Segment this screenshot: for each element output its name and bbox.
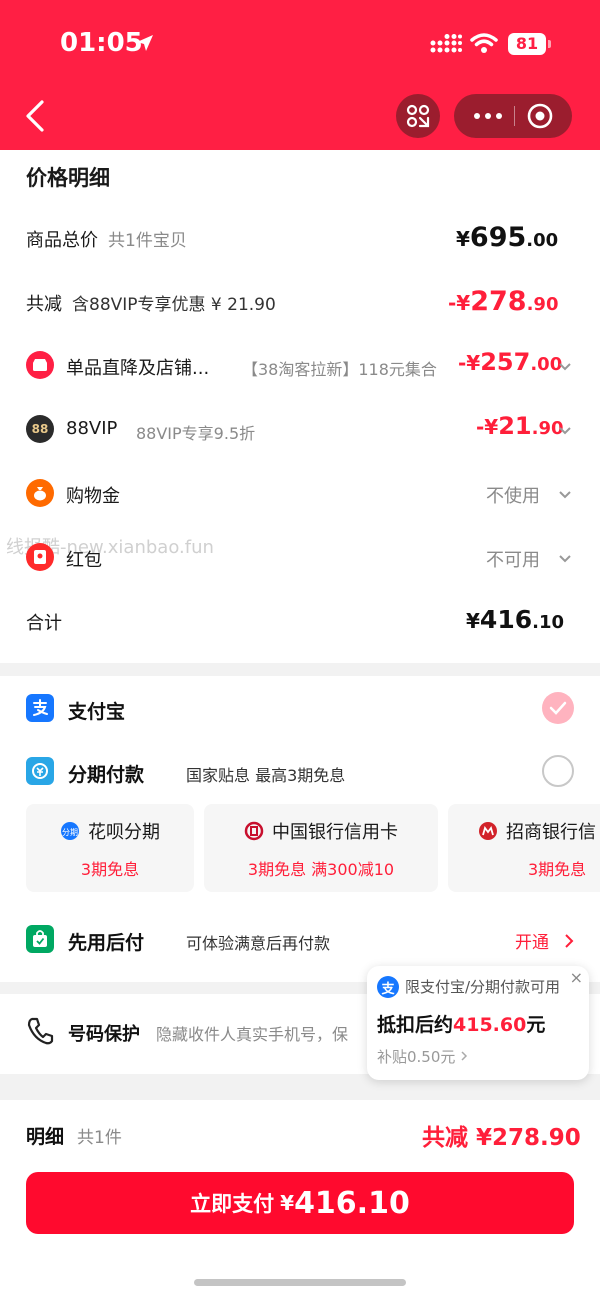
installment-note: 国家贴息 最高3期免息 [186,766,346,785]
bnpl-open-link[interactable]: 开通 [515,928,549,953]
shop-discount-row[interactable]: 单品直降及店铺... 【38淘客拉新】118元集合 -¥257.00 [0,345,600,385]
installment-label: 分期付款 [68,764,145,786]
installment-radio[interactable] [542,755,574,787]
total-price-row: 商品总价 共1件宝贝 ¥695.00 [0,222,600,262]
huabei-sub: 3期免息 [80,860,140,879]
discount-label: 共减 [26,294,62,315]
popup-condition-text: 限支付宝/分期付款可用 [405,978,561,996]
huabei-icon: 分期 [60,821,80,846]
red-packet-row[interactable]: 红包 不可用 [0,537,600,577]
popup-subsidy-text[interactable]: 补贴0.50元 [377,1046,468,1067]
shop-discount-label: 单品直降及店铺... [66,358,210,379]
section-divider [0,663,600,676]
total-items-count: 共1件宝贝 [108,231,187,251]
target-circle-icon [527,103,553,129]
huabei-card[interactable]: 分期 花呗分期 3期免息 [26,804,194,892]
cmb-sub: 3期免息 [528,860,587,879]
wifi-icon [470,32,498,58]
sum-label: 合计 [26,613,62,634]
alipay-selected-check[interactable] [542,692,574,724]
red-packet-icon [26,543,54,571]
chevron-down-icon [559,491,571,499]
chevron-down-icon [559,555,571,563]
total-price-amount: ¥695.00 [456,222,559,253]
close-icon[interactable]: × [570,968,583,987]
cellular-signal-icon [430,34,462,58]
scan-icon [406,104,430,128]
bnpl-bag-icon [26,925,54,953]
boc-sub: 3期免息 满300减10 [247,860,395,879]
svg-text:分期: 分期 [62,828,78,837]
popup-deduction-text: 抵扣后约415.60元 [377,1014,546,1036]
alipay-icon [26,694,54,722]
location-arrow-icon [135,33,155,57]
chevron-right-icon [461,1051,468,1061]
more-dots-icon [474,113,502,119]
header-bar: 01:05 81 [0,0,600,150]
number-protection-note: 隐藏收件人真实手机号，保 [156,1025,349,1044]
discount-amount: -¥278.90 [448,286,559,317]
checkmark-icon [549,701,567,715]
detail-label[interactable]: 明细 [26,1122,64,1149]
alipay-icon: 支 [377,976,399,998]
shop-discount-amount: -¥257.00 [458,348,563,376]
total-saving: 共减 ¥278.90 [422,1125,581,1151]
bnpl-note: 可体验满意后再付款 [186,934,331,953]
vip-discount-row[interactable]: 88 88VIP 88VIP专享9.5折 -¥21.90 [0,409,600,449]
chevron-right-icon [565,934,574,948]
shopping-gold-value: 不使用 [486,486,540,507]
red-packet-value: 不可用 [486,550,540,571]
miniapp-capsule [454,94,572,138]
status-time: 01:05 [60,28,143,58]
chevron-down-icon [559,427,571,435]
capsule-divider [514,106,515,126]
alipay-discount-popup: × 支 限支付宝/分期付款可用 抵扣后约415.60元 补贴0.50元 [367,966,589,1080]
cmb-title: 招商银行信 [506,822,596,843]
shop-discount-note: 【38淘客拉新】118元集合 [242,360,437,379]
shopping-gold-label: 购物金 [66,486,120,507]
vip-discount-label: 88VIP [66,418,118,439]
red-packet-label: 红包 [66,550,102,571]
money-bag-icon [26,479,54,507]
huabei-title: 花呗分期 [88,822,160,843]
vip88-icon: 88 [26,415,54,443]
sum-row: 合计 ¥416.10 [0,603,600,643]
installment-icon [26,757,54,785]
discount-vip-note: 含88VIP专享优惠 ¥ 21.90 [72,295,276,315]
battery-indicator: 81 [508,33,551,55]
vip-discount-amount: -¥21.90 [476,412,564,440]
discount-row: 共减 含88VIP专享优惠 ¥ 21.90 -¥278.90 [0,286,600,326]
more-options-button[interactable] [468,94,508,138]
cmb-card[interactable]: 招商银行信 3期免息 [448,804,600,892]
cmb-icon [478,821,498,846]
price-detail-title: 价格明细 [26,166,110,190]
boc-title: 中国银行信用卡 [272,822,398,843]
scan-button[interactable] [396,94,440,138]
total-price-label: 商品总价 [26,230,98,251]
number-protection-label: 号码保护 [68,1024,140,1045]
home-indicator[interactable] [194,1279,406,1286]
sum-amount: ¥416.10 [466,605,564,634]
bnpl-label: 先用后付 [68,932,145,954]
close-miniapp-button[interactable] [524,100,556,132]
alipay-label: 支付宝 [68,701,126,723]
pay-now-button[interactable]: 立即支付 ¥416.10 [26,1172,574,1234]
phone-icon [26,1016,54,1050]
shop-icon [26,351,54,379]
back-button[interactable] [22,98,52,134]
boc-icon [244,821,264,846]
chevron-down-icon [559,363,571,371]
vip-discount-note: 88VIP专享9.5折 [136,424,256,443]
detail-count: 共1件 [77,1128,122,1148]
shopping-gold-row[interactable]: 购物金 不使用 [0,473,600,513]
boc-card[interactable]: 中国银行信用卡 3期免息 满300减10 [204,804,438,892]
